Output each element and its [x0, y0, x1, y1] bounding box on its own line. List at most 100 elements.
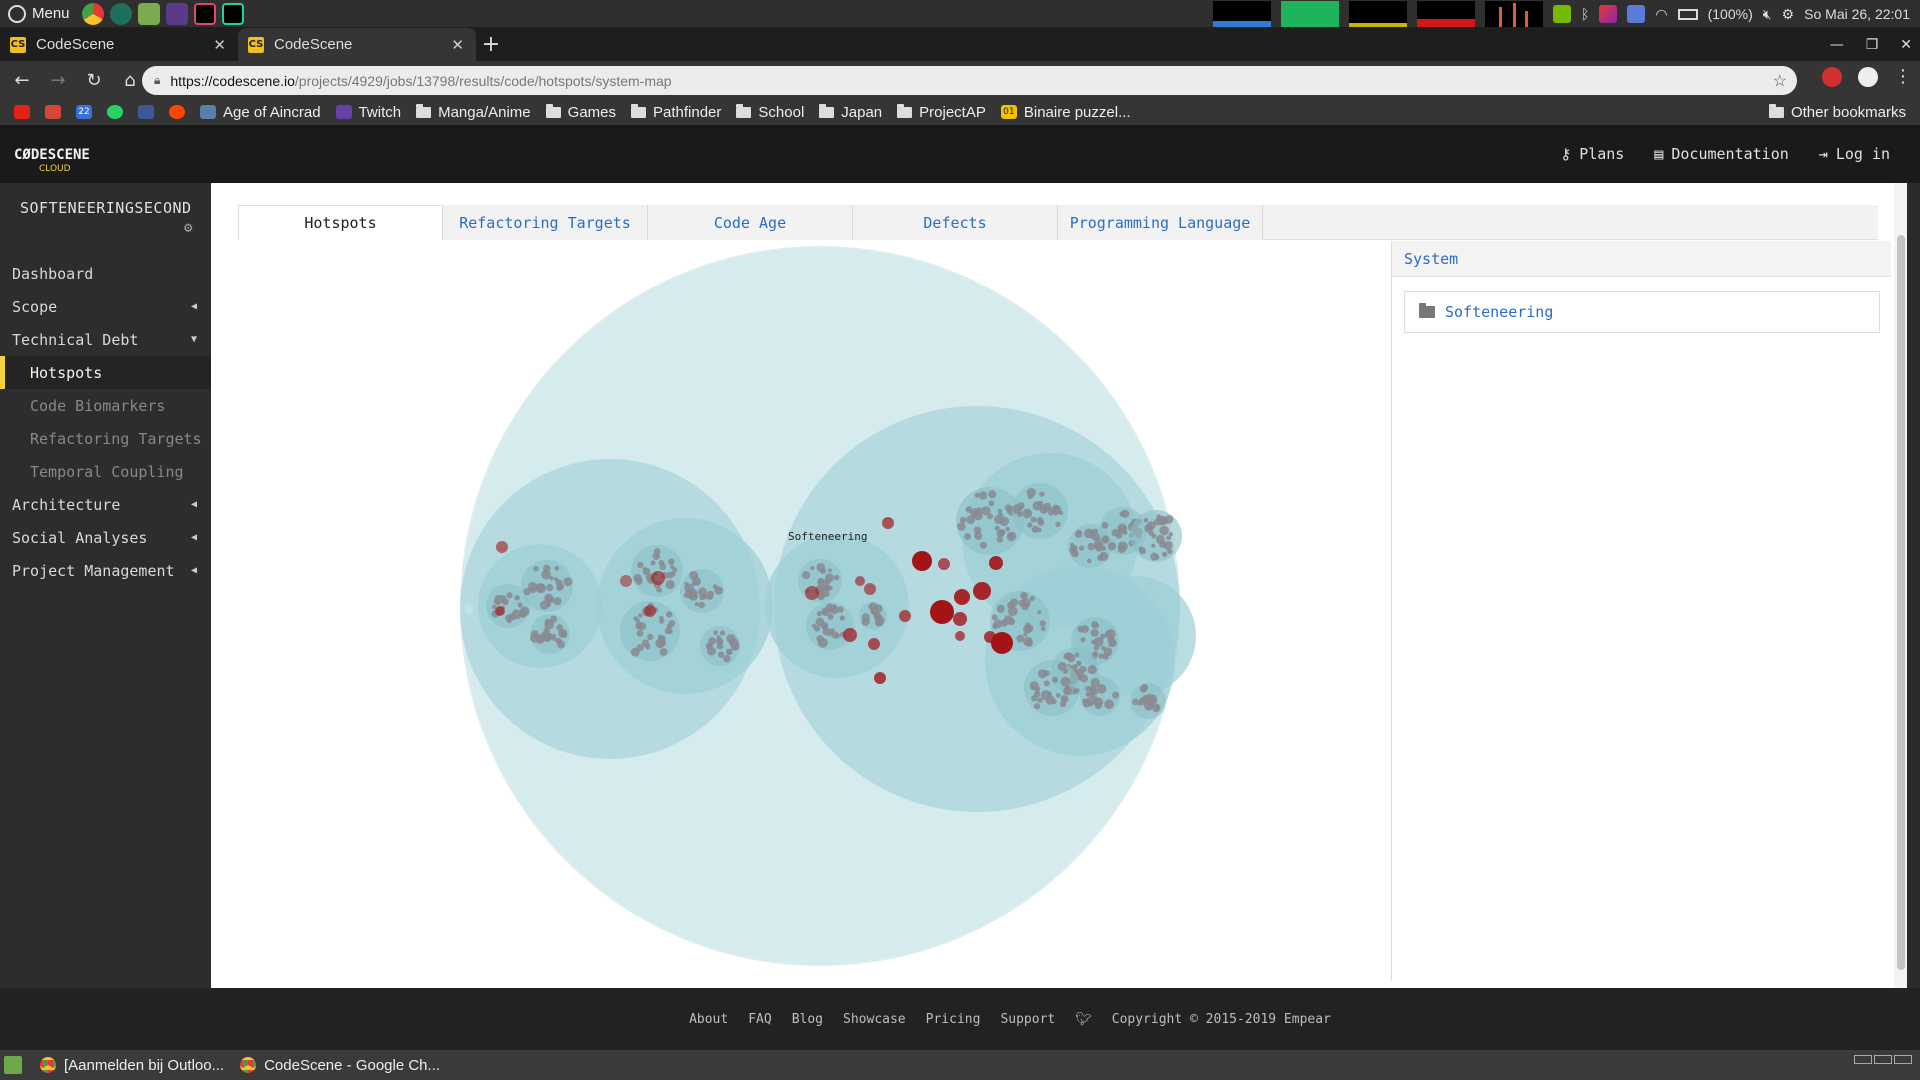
file-circle[interactable]	[1021, 602, 1029, 611]
file-circle[interactable]	[1005, 526, 1010, 532]
file-circle[interactable]	[638, 613, 643, 618]
file-circle[interactable]	[707, 595, 713, 600]
file-circle[interactable]	[1086, 558, 1092, 564]
hotspot-circle[interactable]	[953, 612, 967, 626]
file-circle[interactable]	[1040, 690, 1051, 701]
close-icon[interactable]: ✕	[213, 36, 226, 54]
close-icon[interactable]: ✕	[451, 36, 464, 54]
file-circle[interactable]	[727, 649, 733, 655]
file-circle[interactable]	[1008, 618, 1016, 626]
file-circle[interactable]	[1051, 676, 1059, 683]
file-circle[interactable]	[554, 565, 560, 571]
file-circle[interactable]	[635, 622, 643, 630]
hotspot-circle[interactable]	[495, 606, 505, 616]
file-circle[interactable]	[1139, 547, 1147, 555]
volume-muted-icon[interactable]: 🔇︎	[1763, 6, 1772, 23]
file-circle[interactable]	[713, 630, 718, 635]
back-arrow-icon[interactable]: ←	[8, 66, 36, 94]
file-circle[interactable]	[1025, 509, 1030, 515]
footer-link-support[interactable]: Support	[1000, 1012, 1055, 1027]
file-circle[interactable]	[1101, 535, 1110, 544]
file-circle[interactable]	[1051, 508, 1060, 516]
file-circle[interactable]	[641, 639, 649, 647]
file-circle[interactable]	[1079, 665, 1087, 674]
show-desktop-icon[interactable]	[4, 1056, 22, 1074]
hotspot-circle[interactable]	[620, 575, 632, 587]
file-circle[interactable]	[1101, 522, 1109, 529]
file-circle[interactable]	[964, 533, 971, 540]
tab-programming-language[interactable]: Programming Language	[1058, 205, 1263, 240]
file-circle[interactable]	[816, 635, 824, 643]
editor-launcher-icon[interactable]	[165, 2, 188, 25]
forward-arrow-icon[interactable]: →	[44, 66, 72, 94]
bookmark-age-of-aincrad[interactable]: Age of Aincrad	[200, 104, 321, 121]
taskbar-task[interactable]: CodeScene - Google Ch...	[232, 1050, 448, 1080]
file-circle[interactable]	[1064, 652, 1073, 661]
home-icon[interactable]: ⌂	[116, 66, 144, 94]
hotspot-circle[interactable]	[644, 605, 656, 617]
new-tab-button[interactable]: +	[476, 28, 506, 61]
bookmark-binaire-puzzel[interactable]: 01 Binaire puzzel...	[1000, 104, 1131, 121]
file-circle[interactable]	[1057, 662, 1067, 671]
file-circle[interactable]	[1153, 518, 1161, 526]
file-circle[interactable]	[1030, 516, 1037, 523]
file-circle[interactable]	[1036, 527, 1042, 533]
battery-icon[interactable]	[1677, 8, 1698, 20]
hotspot-circle[interactable]	[938, 558, 950, 570]
file-circle[interactable]	[1043, 680, 1050, 687]
file-circle[interactable]	[723, 654, 731, 663]
file-circle[interactable]	[974, 531, 983, 540]
file-circle[interactable]	[1036, 516, 1044, 524]
file-circle[interactable]	[1029, 595, 1035, 602]
nvidia-icon[interactable]	[1552, 5, 1571, 23]
browser-tab[interactable]: CS CodeScene ✕	[0, 28, 238, 61]
file-circle[interactable]	[1037, 669, 1048, 679]
file-circle[interactable]	[823, 591, 830, 598]
file-circle[interactable]	[708, 637, 716, 645]
file-circle[interactable]	[1040, 626, 1046, 632]
file-circle[interactable]	[829, 605, 839, 615]
file-circle[interactable]	[1167, 548, 1173, 555]
documentation-link[interactable]: ▤ Documentation	[1654, 145, 1788, 163]
file-circle[interactable]	[1023, 624, 1032, 634]
file-circle[interactable]	[839, 615, 845, 621]
file-circle[interactable]	[658, 635, 666, 642]
file-circle[interactable]	[1094, 623, 1100, 629]
close-window-icon[interactable]: ✕	[1900, 37, 1912, 53]
hotspot-circle[interactable]	[899, 610, 911, 622]
file-circle[interactable]	[520, 611, 526, 617]
file-circle[interactable]	[665, 579, 675, 590]
file-circle[interactable]	[635, 577, 643, 585]
wifi-icon[interactable]: ◠	[1655, 6, 1667, 23]
hotspot-circle[interactable]	[868, 638, 880, 650]
file-circle[interactable]	[1039, 620, 1046, 627]
file-circle[interactable]	[1102, 653, 1109, 660]
file-circle[interactable]	[993, 619, 1003, 629]
file-circle[interactable]	[1093, 637, 1104, 647]
file-circle[interactable]	[996, 529, 1005, 538]
file-circle[interactable]	[996, 536, 1003, 543]
file-circle[interactable]	[1081, 625, 1089, 634]
storage-icon[interactable]	[1627, 5, 1646, 23]
file-circle[interactable]	[1012, 504, 1023, 514]
file-circle[interactable]	[1080, 637, 1086, 643]
hotspot-circle[interactable]	[855, 576, 865, 586]
bookmark-folder-school[interactable]: School	[736, 103, 804, 121]
file-circle[interactable]	[819, 567, 827, 575]
file-circle[interactable]	[1029, 681, 1039, 690]
file-circle[interactable]	[1090, 688, 1098, 696]
file-circle[interactable]	[1070, 542, 1075, 547]
file-circle[interactable]	[541, 630, 551, 641]
file-circle[interactable]	[1123, 526, 1128, 531]
file-circle[interactable]	[670, 571, 676, 577]
file-circle[interactable]	[816, 611, 823, 617]
file-circle[interactable]	[1159, 541, 1167, 548]
file-circle[interactable]	[1037, 610, 1042, 615]
file-circle[interactable]	[712, 584, 718, 589]
file-circle[interactable]	[1110, 640, 1116, 647]
hotspot-circle[interactable]	[882, 517, 894, 529]
file-circle[interactable]	[810, 566, 815, 570]
file-circle[interactable]	[1021, 594, 1027, 599]
file-circle[interactable]	[1043, 502, 1052, 511]
workspace-icon[interactable]	[1854, 1055, 1872, 1064]
